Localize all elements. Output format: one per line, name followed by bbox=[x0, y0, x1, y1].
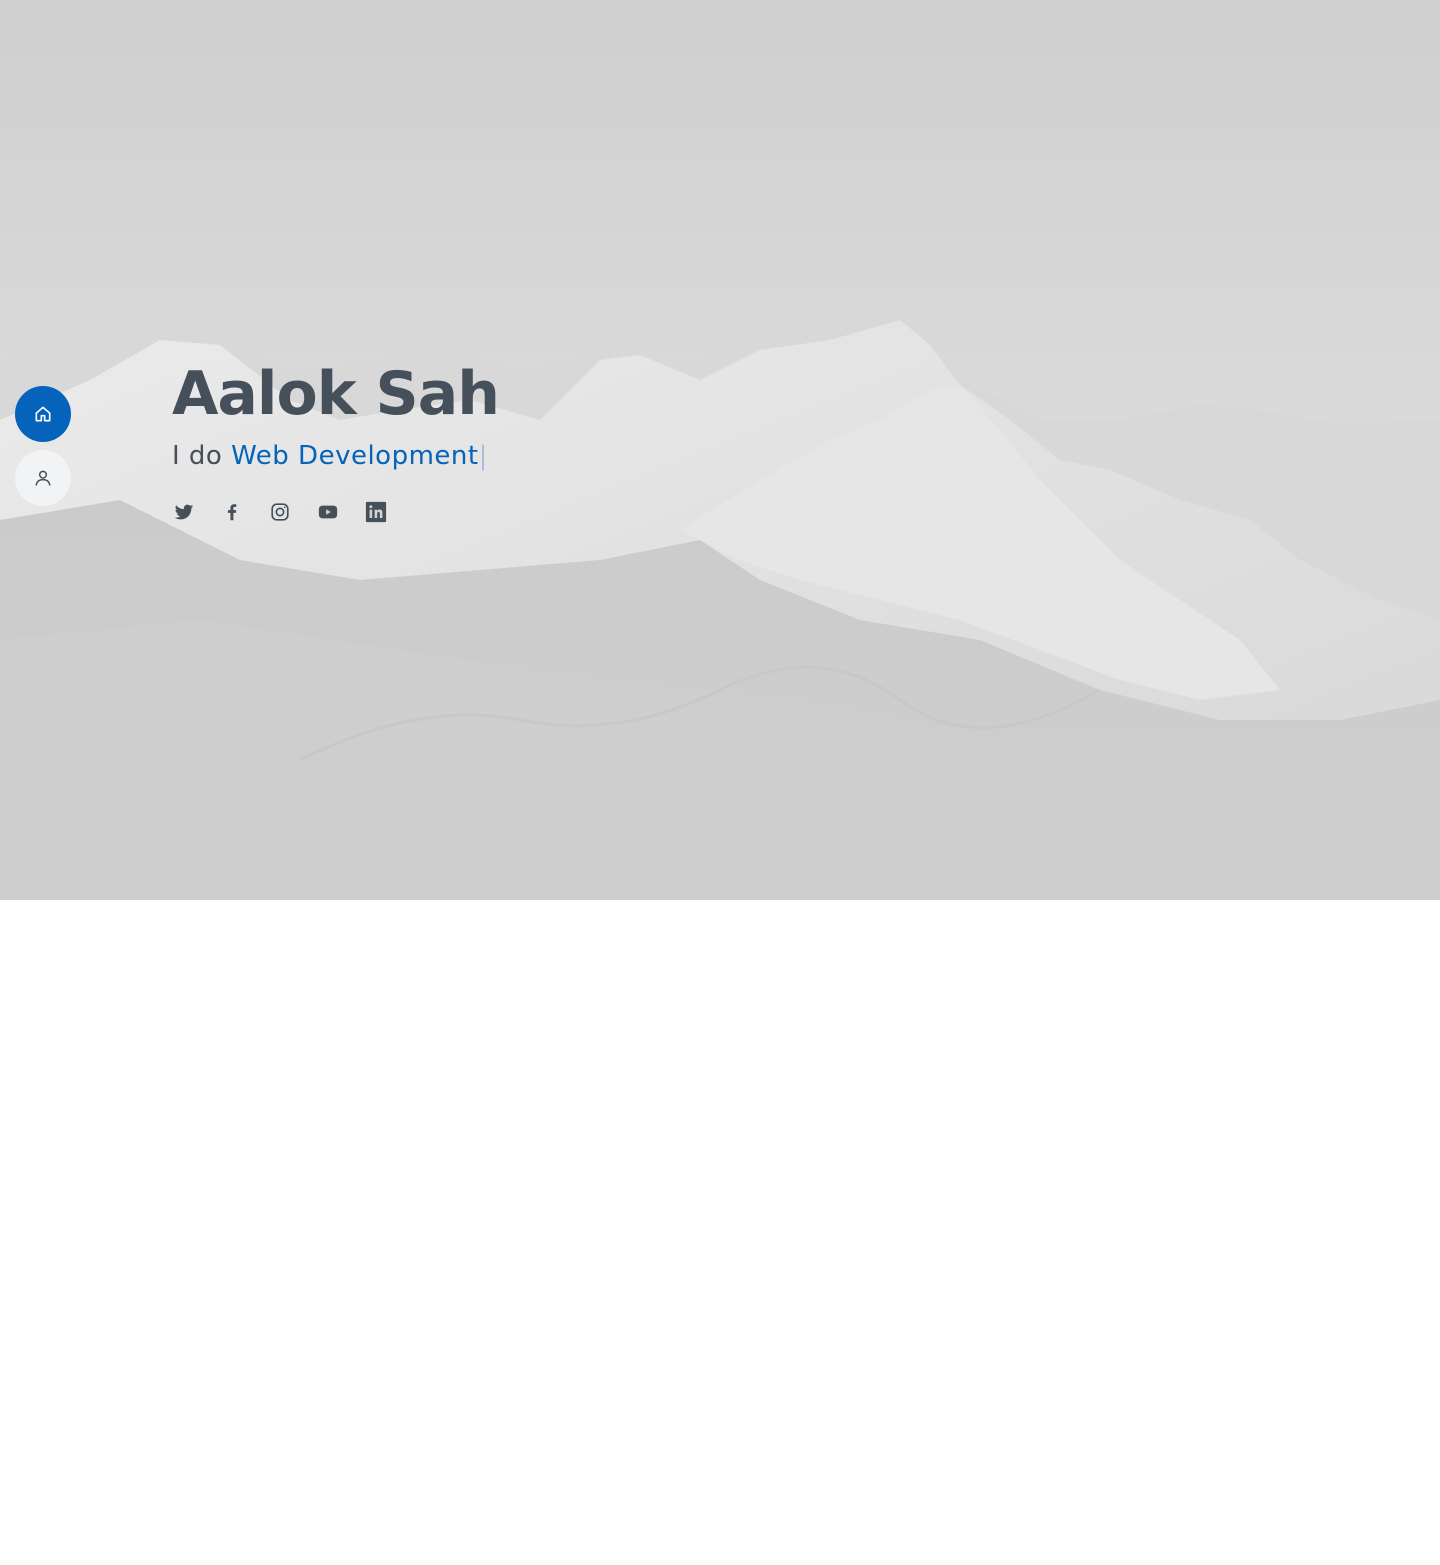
typed-cursor: | bbox=[478, 441, 488, 471]
hero-name: Aalok Sah bbox=[172, 359, 500, 429]
home-icon bbox=[35, 406, 51, 422]
person-icon bbox=[35, 470, 51, 486]
hero-section: Aalok Sah I do Web Development| bbox=[0, 0, 1440, 900]
nav-about-button[interactable] bbox=[15, 450, 71, 506]
twitter-icon bbox=[174, 504, 194, 520]
twitter-link[interactable] bbox=[172, 500, 196, 524]
social-links bbox=[172, 500, 499, 524]
typed-text: Web Development bbox=[231, 441, 479, 471]
nav-home-button[interactable] bbox=[15, 386, 71, 442]
instagram-icon bbox=[271, 503, 289, 521]
youtube-link[interactable] bbox=[316, 500, 340, 524]
tagline-prefix: I do bbox=[172, 441, 223, 471]
instagram-link[interactable] bbox=[268, 500, 292, 524]
youtube-icon bbox=[318, 505, 338, 519]
side-nav bbox=[15, 386, 71, 514]
linkedin-icon bbox=[365, 501, 387, 523]
hero-tagline: I do Web Development| bbox=[172, 438, 499, 474]
linkedin-link[interactable] bbox=[364, 500, 388, 524]
hero-content: Aalok Sah I do Web Development| bbox=[172, 358, 500, 524]
facebook-icon bbox=[227, 504, 237, 521]
facebook-link[interactable] bbox=[220, 500, 244, 524]
